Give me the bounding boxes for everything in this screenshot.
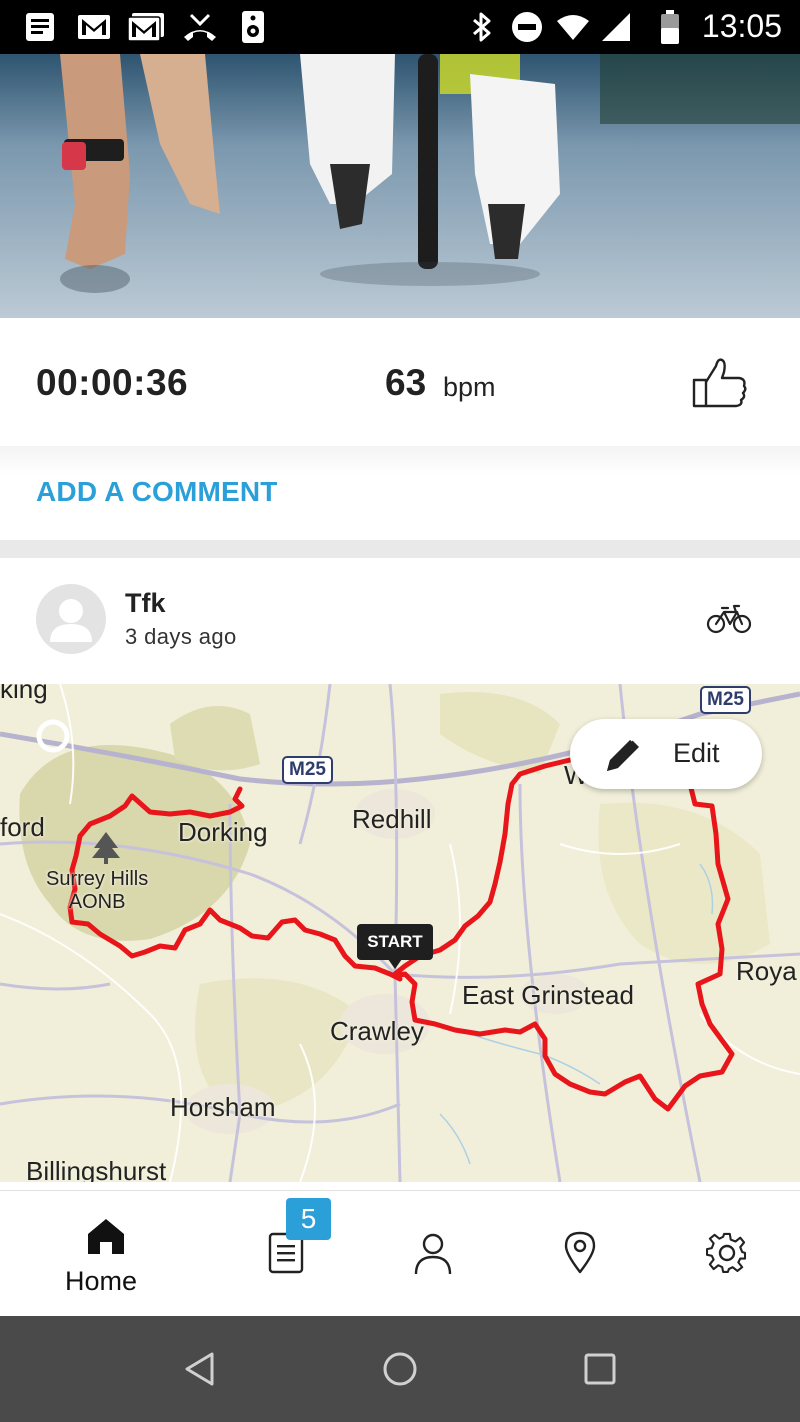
map-label-surrey-hills-line1: Surrey Hills bbox=[46, 868, 149, 890]
post-timestamp: 3 days ago bbox=[125, 624, 237, 649]
map-label-dorking: Dorking bbox=[178, 817, 268, 847]
battery-icon bbox=[658, 10, 682, 44]
map-label-redhill: Redhill bbox=[352, 804, 432, 834]
tab-settings[interactable] bbox=[666, 1190, 786, 1316]
feed-divider bbox=[0, 540, 800, 558]
map-label-roya: Roya bbox=[736, 956, 797, 986]
gmail-icon bbox=[126, 10, 166, 44]
m25-road-sign: M25 bbox=[700, 686, 751, 714]
edit-route-label[interactable]: Edit bbox=[673, 738, 720, 769]
signal-icon bbox=[600, 10, 632, 44]
map-label-ford: ford bbox=[0, 812, 45, 842]
gear-icon bbox=[705, 1232, 748, 1279]
map-label-horsham: Horsham bbox=[170, 1092, 276, 1122]
tab-home-label[interactable]: Home bbox=[65, 1266, 137, 1297]
route-start-marker: START bbox=[357, 924, 433, 969]
activity-duration: 00:00:36 bbox=[36, 362, 189, 403]
heart-rate-value: 63 bbox=[385, 362, 427, 403]
heart-rate-unit: bpm bbox=[443, 372, 496, 402]
home-circle-icon[interactable] bbox=[382, 1351, 418, 1392]
person-icon bbox=[413, 1232, 453, 1281]
clock: 13:05 bbox=[701, 8, 782, 44]
tab-profile[interactable] bbox=[373, 1190, 493, 1316]
map-label-billingshurst: Billingshurst bbox=[26, 1156, 167, 1182]
map-label-king: king bbox=[0, 684, 48, 704]
do-not-disturb-icon bbox=[510, 10, 544, 44]
diary-notification-badge: 5 bbox=[286, 1198, 331, 1240]
post-username[interactable]: Tfk bbox=[125, 588, 166, 619]
add-comment-button[interactable]: ADD A COMMENT bbox=[36, 476, 278, 508]
home-icon bbox=[86, 1216, 126, 1261]
tab-home[interactable] bbox=[46, 1190, 166, 1316]
pencil-icon[interactable] bbox=[601, 733, 645, 777]
gmail-icon bbox=[76, 10, 112, 44]
status-bar: 13:05 bbox=[0, 0, 800, 54]
wifi-icon bbox=[556, 10, 590, 44]
feed-post-header bbox=[0, 558, 800, 684]
avatar[interactable] bbox=[36, 584, 106, 654]
bluetooth-icon bbox=[468, 10, 496, 44]
map-label-surrey-hills: Surrey Hills AONB bbox=[46, 868, 148, 914]
like-thumbs-up-icon[interactable] bbox=[690, 352, 750, 412]
map-label-east-grinstead: East Grinstead bbox=[462, 980, 634, 1010]
missed-call-icon bbox=[180, 10, 220, 44]
map-label-surrey-hills-line2: AONB bbox=[68, 891, 126, 913]
news-icon bbox=[22, 10, 58, 44]
edit-route-button[interactable] bbox=[570, 719, 762, 789]
bicycle-icon bbox=[706, 602, 752, 636]
system-navigation-bar bbox=[0, 1316, 800, 1422]
map-label-crawley: Crawley bbox=[330, 1016, 424, 1046]
map-pin-icon bbox=[563, 1230, 597, 1279]
speaker-icon bbox=[238, 10, 268, 44]
recent-apps-icon[interactable] bbox=[584, 1353, 616, 1390]
m25-road-sign: M25 bbox=[282, 756, 333, 784]
back-icon[interactable] bbox=[184, 1352, 216, 1391]
activity-cover-image[interactable] bbox=[0, 54, 800, 318]
tab-routes[interactable] bbox=[519, 1190, 639, 1316]
